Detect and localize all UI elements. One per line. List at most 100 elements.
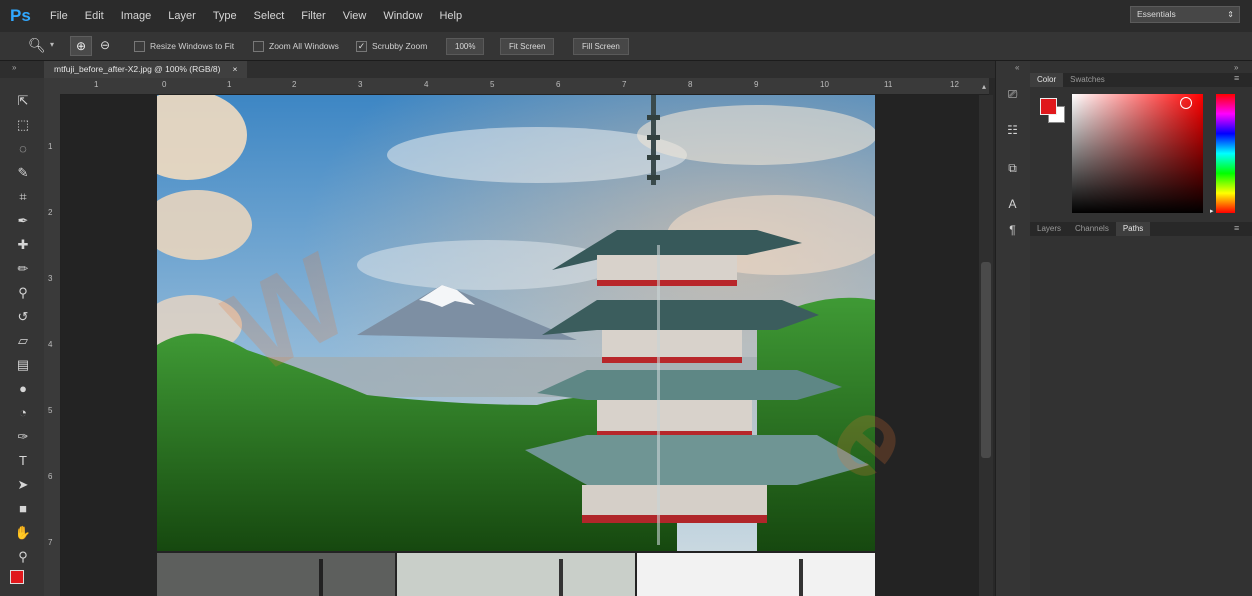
- character-icon[interactable]: A: [1004, 196, 1021, 213]
- ruler-tick-label: 8: [688, 80, 693, 89]
- panel-menu-icon[interactable]: ≡: [1234, 223, 1239, 233]
- ruler-tick-label: 3: [358, 80, 363, 89]
- collapse-panels-icon[interactable]: »: [1234, 63, 1238, 72]
- collapse-panel-icon[interactable]: »: [12, 63, 16, 72]
- type-icon[interactable]: T: [14, 452, 32, 470]
- tab-swatches[interactable]: Swatches: [1063, 73, 1112, 87]
- dodge-icon[interactable]: ◔: [14, 404, 32, 422]
- ruler-tick-label: 7: [48, 538, 53, 547]
- color-panel-tabs: Color Swatches: [1030, 73, 1252, 87]
- color-picker-cursor[interactable]: [1180, 97, 1192, 109]
- eyedropper-icon[interactable]: ✒: [14, 212, 32, 230]
- zoom-all-windows-checkbox[interactable]: Zoom All Windows: [253, 41, 339, 53]
- color-picker-field[interactable]: [1072, 94, 1203, 213]
- zoom-out-icon[interactable]: ⊖: [96, 36, 114, 54]
- resize-windows-checkbox[interactable]: Resize Windows to Fit: [134, 41, 234, 53]
- menu-type[interactable]: Type: [213, 10, 237, 22]
- history-icon[interactable]: ⎚: [1004, 86, 1021, 103]
- zoom-tool-preset-icon[interactable]: 🔍︎: [28, 37, 46, 54]
- tab-color[interactable]: Color: [1030, 73, 1064, 87]
- zoom-icon[interactable]: ⚲: [14, 548, 32, 566]
- healing-brush-icon[interactable]: ✚: [14, 236, 32, 254]
- crop-icon[interactable]: ⌗: [14, 188, 32, 206]
- chevron-updown-icon: ⇕: [1227, 10, 1234, 19]
- menu-help[interactable]: Help: [439, 10, 462, 22]
- ruler-tick-label: 2: [48, 208, 53, 217]
- marquee-icon[interactable]: ⬚: [14, 116, 32, 134]
- ruler-tick-label: 0: [162, 80, 167, 89]
- ruler-tick-label: 1: [94, 80, 99, 89]
- clone-stamp-icon[interactable]: ⚲: [14, 284, 32, 302]
- foreground-color-swatch[interactable]: [1040, 98, 1057, 115]
- brush-icon[interactable]: ✏: [14, 260, 32, 278]
- canvas-area[interactable]: W e: [61, 95, 979, 596]
- scroll-up-icon[interactable]: ▴: [982, 82, 986, 91]
- panel-menu-icon[interactable]: ≡: [1234, 73, 1239, 83]
- tools-panel: ⇱ ⬚ ◌ ✎ ⌗ ✒ ✚ ✏ ⚲ ↺ ▱ ▤ ● ◔ ✑ T ➤ ■ ✋ ⚲: [0, 78, 44, 596]
- document-tab[interactable]: mtfuji_before_after-X2.jpg @ 100% (RGB/8…: [44, 61, 248, 78]
- photoshop-logo: Ps: [10, 6, 31, 25]
- horizontal-ruler: 1 0 1 2 3 4 5 6 7 8 9 10 11 12: [44, 78, 989, 95]
- ruler-tick-label: 10: [820, 80, 829, 89]
- main-menu: File Edit Image Layer Type Select Filter…: [50, 0, 462, 32]
- chevron-down-icon[interactable]: ▾: [50, 40, 54, 49]
- ruler-tick-label: 6: [556, 80, 561, 89]
- menu-layer[interactable]: Layer: [168, 10, 196, 22]
- menu-edit[interactable]: Edit: [85, 10, 104, 22]
- lasso-icon[interactable]: ◌: [14, 140, 32, 158]
- menu-view[interactable]: View: [343, 10, 367, 22]
- checkbox-icon: [134, 41, 145, 53]
- toolbar-foreground-swatch[interactable]: [10, 570, 24, 584]
- before-after-thumbnails: [157, 553, 875, 596]
- vertical-ruler: 1 2 3 4 5 6 7: [44, 94, 61, 596]
- hue-slider-handle[interactable]: ▸: [1210, 207, 1214, 215]
- menu-window[interactable]: Window: [383, 10, 422, 22]
- collapse-dock-icon[interactable]: «: [1015, 63, 1019, 72]
- fit-screen-button[interactable]: Fit Screen: [500, 38, 555, 55]
- zoom-in-icon[interactable]: ⊕: [70, 36, 92, 56]
- gradient-icon[interactable]: ▤: [14, 356, 32, 374]
- menu-file[interactable]: File: [50, 10, 68, 22]
- ruler-tick-label: 1: [48, 142, 53, 151]
- fill-screen-button[interactable]: Fill Screen: [573, 38, 629, 55]
- ruler-tick-label: 6: [48, 472, 53, 481]
- pen-icon[interactable]: ✑: [14, 428, 32, 446]
- history-brush-icon[interactable]: ↺: [14, 308, 32, 326]
- ruler-tick-label: 12: [950, 80, 959, 89]
- document-tab-title: mtfuji_before_after-X2.jpg @ 100% (RGB/8…: [54, 64, 221, 74]
- properties-icon[interactable]: ☷: [1004, 122, 1021, 139]
- paragraph-icon[interactable]: ¶: [1004, 222, 1021, 239]
- hand-icon[interactable]: ✋: [14, 524, 32, 542]
- move-icon[interactable]: ⇱: [14, 92, 32, 110]
- ruler-tick-label: 3: [48, 274, 53, 283]
- ruler-tick-label: 11: [884, 80, 893, 89]
- menu-filter[interactable]: Filter: [301, 10, 325, 22]
- workspace-select[interactable]: Essentials ⇕: [1130, 6, 1240, 23]
- ruler-tick-label: 4: [48, 340, 53, 349]
- ruler-tick-label: 5: [48, 406, 53, 415]
- hue-slider[interactable]: [1216, 94, 1235, 213]
- tab-paths[interactable]: Paths: [1115, 222, 1151, 236]
- ruler-tick-label: 2: [292, 80, 297, 89]
- ruler-tick-label: 5: [490, 80, 495, 89]
- blur-icon[interactable]: ●: [14, 380, 32, 398]
- ruler-tick-label: 1: [227, 80, 232, 89]
- ruler-tick-label: 9: [754, 80, 759, 89]
- layers-panel-tabs: Layers Channels Paths: [1030, 222, 1252, 236]
- path-select-icon[interactable]: ➤: [14, 476, 32, 494]
- menu-image[interactable]: Image: [121, 10, 152, 22]
- tab-channels[interactable]: Channels: [1068, 222, 1116, 236]
- quick-select-icon[interactable]: ✎: [14, 164, 32, 182]
- checkmark-icon: ✓: [356, 41, 367, 53]
- close-tab-icon[interactable]: ×: [232, 61, 237, 78]
- ruler-tick-label: 4: [424, 80, 429, 89]
- scrollbar-thumb[interactable]: [981, 262, 991, 458]
- menu-select[interactable]: Select: [254, 10, 285, 22]
- zoom-100-button[interactable]: 100%: [446, 38, 485, 55]
- adjustments-icon[interactable]: ⧉: [1004, 160, 1021, 177]
- zoom-all-windows-label: Zoom All Windows: [269, 41, 339, 51]
- shape-icon[interactable]: ■: [14, 500, 32, 518]
- tab-layers[interactable]: Layers: [1030, 222, 1068, 236]
- eraser-icon[interactable]: ▱: [14, 332, 32, 350]
- scrubby-zoom-checkbox[interactable]: ✓ Scrubby Zoom: [356, 41, 427, 53]
